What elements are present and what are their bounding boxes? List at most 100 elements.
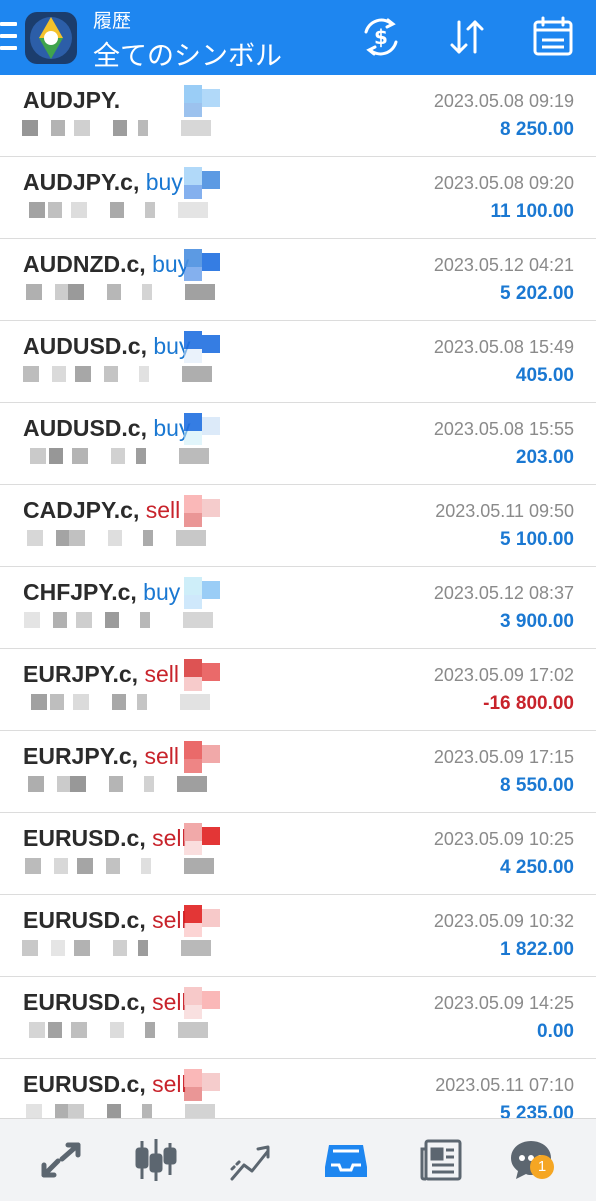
redacted-color-block: [184, 431, 202, 445]
symbol-name: CADJPY.c: [23, 497, 133, 523]
redacted-block: [184, 858, 214, 874]
symbol-name: EURUSD.c: [23, 989, 140, 1015]
trade-row[interactable]: EURUSD.c, sell 2023.05.09 14:25 0.00: [0, 977, 596, 1059]
redacted-block: [57, 776, 71, 792]
redacted-color-block: [184, 577, 202, 595]
symbol-name: AUDUSD.c: [23, 333, 141, 359]
redacted-color-block: [184, 659, 202, 677]
trade-profit: 8 550.00: [500, 775, 574, 796]
trade-type: sell: [144, 743, 179, 769]
quotes-arrows-icon[interactable]: [38, 1137, 84, 1183]
redacted-color-block: [202, 1073, 220, 1091]
redacted-color-block: [202, 171, 220, 189]
redacted-block: [141, 858, 151, 874]
redacted-color-block: [184, 677, 202, 691]
redacted-block: [56, 530, 70, 546]
redacted-block: [74, 940, 90, 956]
trade-symbol: CADJPY.c, sell: [23, 497, 180, 524]
trade-profit: 1 822.00: [500, 939, 574, 960]
sort-icon[interactable]: [444, 14, 490, 60]
trade-row[interactable]: AUDJPY. 2023.05.08 09:19 8 250.00: [0, 75, 596, 157]
redacted-block: [22, 940, 38, 956]
menu-icon[interactable]: [0, 22, 17, 50]
redacted-block: [177, 776, 207, 792]
trade-symbol: AUDJPY.: [23, 87, 120, 114]
redacted-block: [138, 940, 148, 956]
redacted-block: [24, 612, 40, 628]
dollar-exchange-icon[interactable]: $: [358, 14, 404, 60]
news-icon[interactable]: [418, 1137, 464, 1183]
redacted-block: [112, 694, 126, 710]
redacted-block: [77, 858, 93, 874]
bottom-navigation: [0, 1118, 596, 1201]
redacted-color-block: [202, 581, 220, 599]
redacted-block: [176, 530, 206, 546]
svg-text:$: $: [374, 25, 388, 49]
trade-row[interactable]: AUDJPY.c, buy 2023.05.08 09:20 11 100.00: [0, 157, 596, 239]
redacted-color-block: [184, 759, 202, 773]
page-title[interactable]: 全てのシンボル: [93, 34, 282, 73]
trade-row[interactable]: AUDUSD.c, buy 2023.05.08 15:49 405.00: [0, 321, 596, 403]
trade-profit: 8 250.00: [500, 119, 574, 140]
redacted-block: [104, 366, 118, 382]
redacted-block: [110, 202, 124, 218]
history-inbox-icon[interactable]: [323, 1137, 369, 1183]
redacted-block: [71, 1022, 87, 1038]
trade-row[interactable]: AUDNZD.c, buy 2023.05.12 04:21 5 202.00: [0, 239, 596, 321]
redacted-block: [31, 694, 47, 710]
trade-row[interactable]: CHFJPY.c, buy 2023.05.12 08:37 3 900.00: [0, 567, 596, 649]
trade-row[interactable]: CADJPY.c, sell 2023.05.11 09:50 5 100.00: [0, 485, 596, 567]
redacted-color-block: [184, 349, 202, 363]
trade-row[interactable]: EURJPY.c, sell 2023.05.09 17:02 -16 800.00: [0, 649, 596, 731]
redacted-block: [107, 1104, 121, 1118]
trade-close-time: 2023.05.11 09:50: [435, 501, 574, 521]
redacted-block: [75, 366, 91, 382]
symbol-name: AUDNZD.c: [23, 251, 140, 277]
trade-row[interactable]: EURUSD.c, sell 2023.05.09 10:25 4 250.00: [0, 813, 596, 895]
redacted-block: [142, 1104, 152, 1118]
redacted-block: [140, 612, 150, 628]
redacted-block: [52, 366, 66, 382]
trade-type: sell: [152, 1071, 187, 1097]
redacted-block: [108, 530, 122, 546]
symbol-separator: ,: [131, 661, 145, 687]
redacted-block: [48, 1022, 62, 1038]
redacted-block: [49, 448, 63, 464]
trade-row[interactable]: AUDUSD.c, buy 2023.05.08 15:55 203.00: [0, 403, 596, 485]
redacted-color-block: [184, 495, 202, 513]
symbol-name: EURUSD.c: [23, 907, 140, 933]
redacted-block: [137, 694, 147, 710]
redacted-block: [145, 202, 155, 218]
redacted-color-block: [184, 923, 202, 937]
redacted-block: [27, 530, 43, 546]
trade-row[interactable]: EURUSD.c, sell 2023.05.11 07:10 5 235.00: [0, 1059, 596, 1118]
trade-history-list[interactable]: AUDJPY. 2023.05.08 09:19 8 250.00 AUDJPY.c,…: [0, 75, 596, 1118]
symbol-separator: ,: [139, 251, 153, 277]
redacted-color-block: [184, 267, 202, 281]
redacted-color-block: [184, 823, 202, 841]
trade-row[interactable]: EURJPY.c, sell 2023.05.09 17:15 8 550.00: [0, 731, 596, 813]
calendar-icon[interactable]: [530, 14, 576, 60]
trade-close-time: 2023.05.08 09:19: [433, 91, 574, 111]
redacted-block: [74, 120, 90, 136]
trade-profit: 203.00: [515, 447, 574, 468]
trade-close-time: 2023.05.08 09:20: [433, 173, 574, 193]
chart-candles-icon[interactable]: [133, 1137, 179, 1183]
redacted-color-block: [202, 745, 220, 763]
trade-profit: 5 100.00: [500, 529, 574, 550]
trade-row[interactable]: EURUSD.c, sell 2023.05.09 10:32 1 822.00: [0, 895, 596, 977]
symbol-separator: ,: [132, 497, 146, 523]
redacted-block: [54, 858, 68, 874]
redacted-block: [29, 202, 45, 218]
trade-type: buy: [145, 169, 183, 195]
symbol-name: CHFJPY.c: [23, 579, 131, 605]
redacted-block: [72, 448, 88, 464]
redacted-block: [55, 284, 69, 300]
trade-icon[interactable]: [228, 1137, 274, 1183]
symbol-separator: ,: [139, 825, 153, 851]
trade-close-time: 2023.05.09 17:02: [433, 665, 574, 685]
trade-symbol: CHFJPY.c, buy: [23, 579, 180, 606]
trade-close-time: 2023.05.08 15:55: [433, 419, 574, 439]
redacted-block: [105, 612, 119, 628]
app-logo: [25, 12, 77, 64]
